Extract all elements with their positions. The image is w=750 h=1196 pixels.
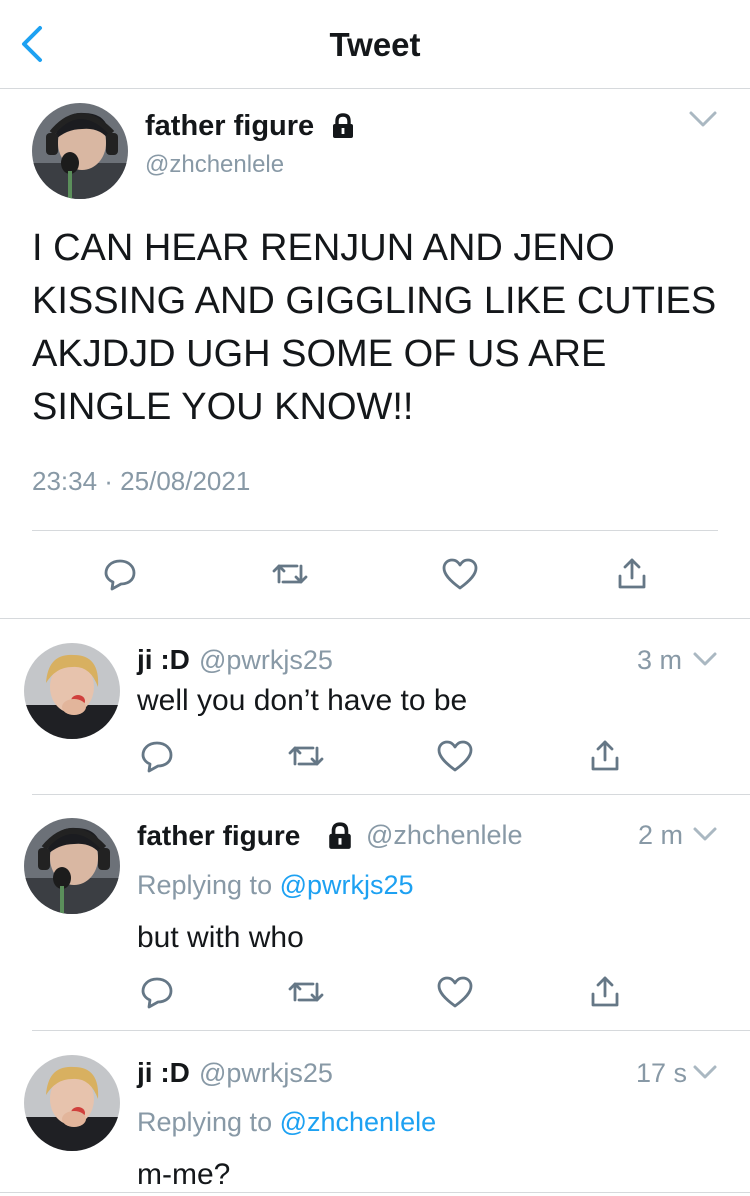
retweet-icon[interactable] bbox=[287, 974, 325, 1015]
share-icon[interactable] bbox=[614, 556, 650, 597]
display-name[interactable]: ji :D bbox=[137, 1057, 190, 1089]
share-icon[interactable] bbox=[587, 738, 623, 779]
page-title: Tweet bbox=[329, 26, 421, 63]
like-icon[interactable] bbox=[436, 974, 474, 1015]
display-name[interactable]: father figure bbox=[137, 820, 300, 852]
display-name[interactable]: ji :D bbox=[137, 644, 190, 676]
reply-time: 3 m bbox=[637, 645, 683, 675]
reply-icon[interactable] bbox=[139, 738, 175, 779]
reply-divider bbox=[32, 794, 750, 795]
reply-icon[interactable] bbox=[102, 556, 138, 597]
avatar[interactable] bbox=[24, 1055, 120, 1151]
chevron-down-icon[interactable] bbox=[692, 651, 718, 669]
handle[interactable]: @pwrkjs25 bbox=[199, 1058, 333, 1089]
retweet-icon[interactable] bbox=[287, 738, 325, 779]
retweet-icon[interactable] bbox=[271, 556, 309, 597]
chevron-down-icon[interactable] bbox=[692, 826, 718, 844]
like-icon[interactable] bbox=[441, 556, 479, 597]
handle[interactable]: @pwrkjs25 bbox=[199, 645, 333, 676]
chevron-down-icon[interactable] bbox=[688, 110, 718, 128]
replying-to-line: Replying to @pwrkjs25 bbox=[137, 870, 414, 901]
avatar[interactable] bbox=[24, 818, 120, 914]
header-divider bbox=[0, 88, 750, 89]
tweet-timestamp: 23:34 · 25/08/2021 bbox=[32, 466, 251, 496]
reply-text: m-me? bbox=[137, 1158, 231, 1191]
replying-to-line: Replying to @zhchenlele bbox=[137, 1107, 436, 1138]
lock-icon bbox=[330, 113, 356, 144]
handle[interactable]: @zhchenlele bbox=[145, 151, 284, 179]
reply-text: well you don’t have to be bbox=[137, 684, 468, 717]
lock-icon bbox=[325, 822, 355, 855]
tweet-text: I CAN HEAR RENJUN AND JENO KISSING AND G… bbox=[32, 227, 717, 428]
avatar[interactable] bbox=[24, 643, 120, 739]
reply-time: 2 m bbox=[638, 820, 684, 850]
bottom-divider bbox=[0, 1192, 750, 1193]
share-icon[interactable] bbox=[587, 974, 623, 1015]
avatar[interactable] bbox=[32, 103, 128, 199]
handle[interactable]: @zhchenlele bbox=[366, 820, 523, 851]
replying-to-label: Replying to bbox=[137, 870, 280, 900]
display-name[interactable]: father figure bbox=[145, 110, 314, 143]
chevron-down-icon[interactable] bbox=[692, 1064, 718, 1082]
reply-text: but with who bbox=[137, 921, 304, 954]
replying-to-link[interactable]: @zhchenlele bbox=[280, 1107, 437, 1137]
replying-to-label: Replying to bbox=[137, 1107, 280, 1137]
timestamp-divider bbox=[32, 530, 718, 531]
reply-icon[interactable] bbox=[139, 974, 175, 1015]
main-tweet-divider bbox=[0, 618, 750, 619]
reply-divider bbox=[32, 1030, 750, 1031]
like-icon[interactable] bbox=[436, 738, 474, 779]
replying-to-link[interactable]: @pwrkjs25 bbox=[280, 870, 414, 900]
reply-time: 17 s bbox=[636, 1058, 688, 1088]
